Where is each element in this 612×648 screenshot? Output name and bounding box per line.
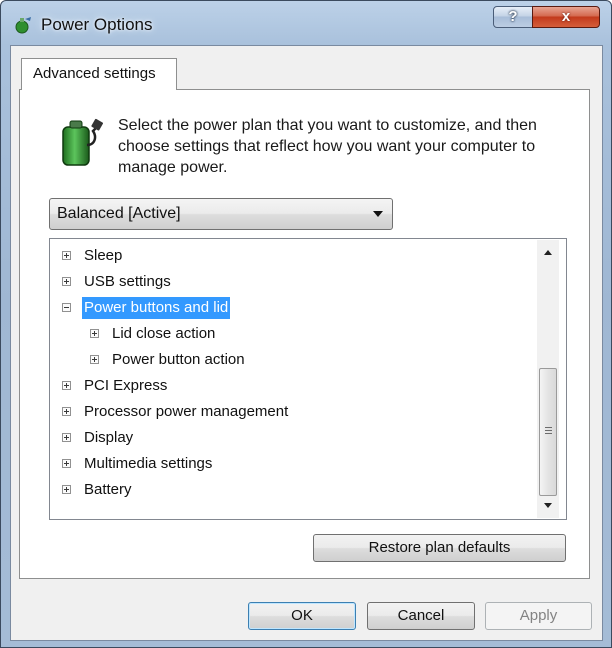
tree-item-label: Battery [84,481,132,498]
tab-advanced-settings[interactable]: Advanced settings [21,58,177,90]
tree-item-label: Sleep [84,247,123,264]
tree-item-label: Lid close action [112,325,216,342]
tree-item-label: USB settings [84,273,171,290]
expand-icon[interactable] [90,329,99,338]
collapse-icon[interactable] [62,303,71,312]
expand-icon[interactable] [62,433,71,442]
tree-scrollbar[interactable] [537,240,559,518]
tree-item-label: Power button action [112,351,245,368]
expand-icon[interactable] [62,277,71,286]
expand-icon[interactable] [62,485,71,494]
title-bar[interactable]: Power Options ? x [1,1,611,45]
expand-icon[interactable] [62,407,71,416]
tree-item-label: Processor power management [84,403,289,420]
grip-line [545,427,552,428]
window-title: Power Options [41,15,153,34]
grip-line [545,433,552,434]
expand-icon[interactable] [62,381,71,390]
expand-icon[interactable] [62,251,71,260]
help-button[interactable]: ? [493,6,533,28]
settings-tree[interactable]: Sleep USB settings Power buttons and lid… [49,238,567,520]
expand-icon[interactable] [90,355,99,364]
tree-item-label: Display [84,429,134,446]
description-text: Select the power plan that you want to c… [118,117,537,176]
scroll-up-icon[interactable] [537,242,559,264]
power-options-icon [15,17,31,34]
battery-plug-icon [62,118,103,166]
power-plan-dropdown[interactable]: Balanced [Active] [49,198,393,230]
power-plan-value: Balanced [Active] [57,205,181,222]
scroll-down-icon[interactable] [537,494,559,516]
apply-button: Apply [485,602,592,630]
tree-item-label: Multimedia settings [84,455,213,472]
expand-icon[interactable] [62,459,71,468]
tree-item-label: Power buttons and lid [82,297,231,319]
grip-line [545,430,552,431]
close-button[interactable]: x [532,6,600,28]
chevron-down-icon [373,211,383,217]
scroll-thumb[interactable] [539,368,557,496]
tree-item-label: PCI Express [84,377,168,394]
restore-plan-defaults-button[interactable]: Restore plan defaults [313,534,566,562]
ok-button[interactable]: OK [248,602,356,630]
cancel-button[interactable]: Cancel [367,602,475,630]
